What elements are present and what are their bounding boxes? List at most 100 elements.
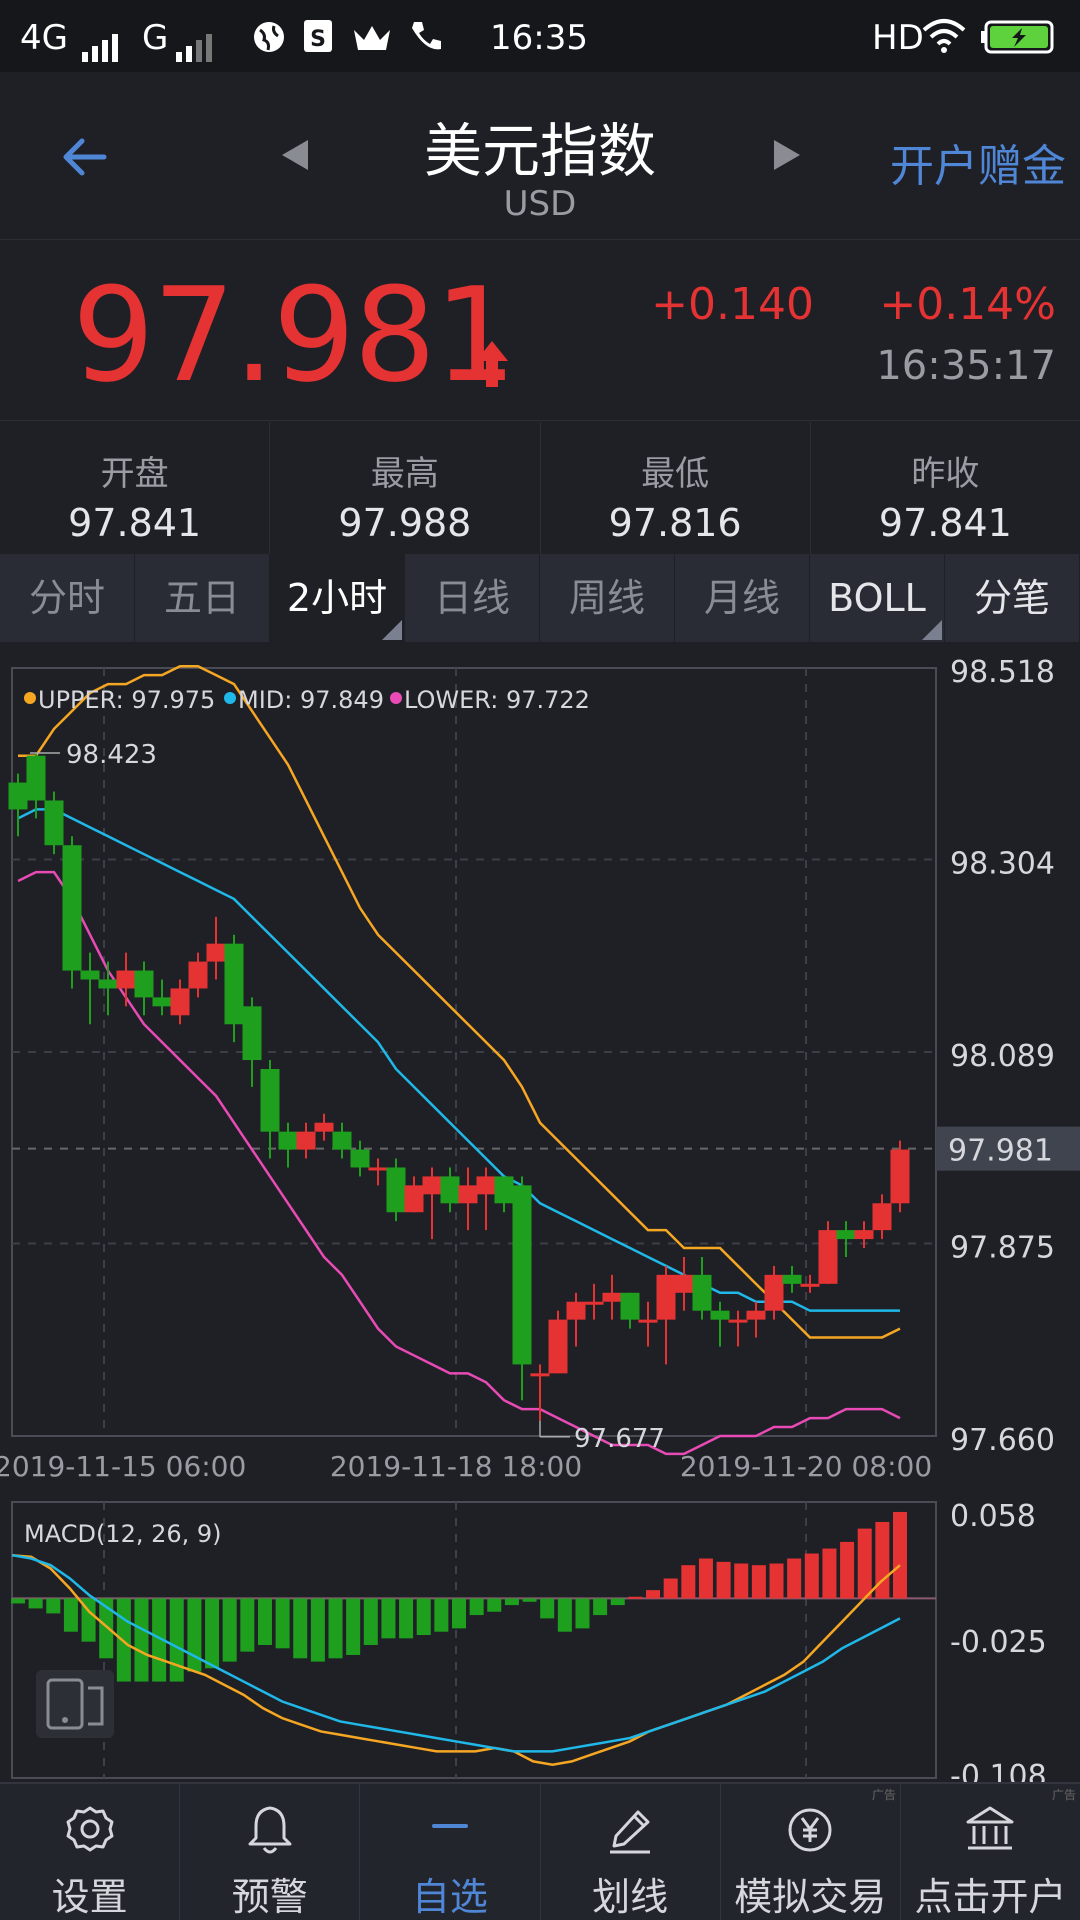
candle-body <box>710 1310 730 1320</box>
macd-bar <box>363 1598 378 1645</box>
macd-bar <box>452 1598 466 1629</box>
battery-charging-icon <box>981 20 1054 54</box>
macd-bar <box>646 1590 661 1599</box>
candle-body <box>314 1122 334 1132</box>
candle-body <box>404 1185 424 1213</box>
nav-label: 预警 <box>231 1875 308 1919</box>
nav-demo-trade[interactable]: 模拟交易 广告 <box>721 1784 901 1920</box>
stat-label: 最高 <box>370 454 439 494</box>
macd-bar <box>434 1598 449 1632</box>
macd-bar <box>169 1598 184 1682</box>
tab-weekly[interactable]: 周线 <box>540 554 675 642</box>
nav-label: 点击开户 <box>914 1875 1067 1919</box>
macd-bar <box>893 1511 907 1599</box>
bank-icon <box>966 1806 1014 1850</box>
macd-bar <box>593 1598 608 1616</box>
macd-bar <box>716 1561 731 1599</box>
macd-bar <box>328 1598 343 1659</box>
candle-body <box>728 1319 748 1323</box>
macd-bar <box>399 1598 414 1639</box>
tab-boll[interactable]: BOLL <box>810 554 945 642</box>
legend-dot <box>24 692 36 704</box>
x-tick-label: 2019-11-15 06:00 <box>0 1450 246 1483</box>
fullscreen-icon[interactable] <box>36 1670 114 1738</box>
candle-body <box>494 1176 514 1204</box>
macd-bar <box>857 1528 872 1599</box>
macd-y-tick: 0.058 <box>950 1499 1036 1534</box>
stat-label: 开盘 <box>100 454 169 494</box>
macd-bar <box>751 1565 766 1599</box>
nav-draw-line[interactable]: 划线 <box>541 1784 721 1920</box>
tab-ticks[interactable]: 分笔 <box>945 554 1080 642</box>
sim-card-icon: S <box>304 20 332 52</box>
candle-body <box>872 1203 892 1231</box>
candle-body <box>782 1274 802 1284</box>
phone-icon <box>412 22 441 50</box>
crown-icon <box>354 26 390 50</box>
macd-bar <box>46 1598 61 1614</box>
x-tick-label: 2019-11-18 18:00 <box>330 1450 582 1483</box>
candle-body <box>548 1319 568 1374</box>
candle-body <box>476 1176 496 1195</box>
candle-body <box>62 845 82 971</box>
candle-body <box>260 1069 280 1132</box>
macd-bar <box>205 1598 220 1669</box>
macd-bar <box>522 1598 537 1602</box>
candle-body <box>386 1167 406 1213</box>
nav-alerts[interactable]: 预警 <box>180 1784 361 1920</box>
macd-bar <box>469 1598 484 1616</box>
nav-watchlist[interactable]: 自选 <box>360 1784 541 1920</box>
macd-bar <box>540 1598 555 1619</box>
legend-dot <box>224 692 236 704</box>
current-price: 97.981 <box>72 259 517 411</box>
kline-chart[interactable]: 98.518 98.304 98.089 97.875 97.660 2019-11-15… <box>0 642 1080 1782</box>
tab-intraday[interactable]: 分时 <box>0 554 135 642</box>
stat-low: 最低 97.816 <box>541 422 811 554</box>
candle-body <box>746 1310 766 1320</box>
stat-label: 昨收 <box>911 454 980 494</box>
quote-time: 16:35:17 <box>876 343 1056 389</box>
tab-five-day[interactable]: 五日 <box>135 554 270 642</box>
candle-body <box>44 800 64 846</box>
tab-2-hour[interactable]: 2小时 <box>270 554 405 642</box>
macd-bar <box>293 1598 308 1659</box>
chart-area[interactable]: 98.518 98.304 98.089 97.875 97.660 2019-11-15… <box>0 642 1080 1782</box>
nav-label: 模拟交易 <box>734 1875 887 1919</box>
stat-value: 97.988 <box>338 501 472 545</box>
legend-label: MID: 97.849 <box>238 686 384 714</box>
macd-bar <box>134 1598 149 1682</box>
macd-bar <box>11 1598 25 1604</box>
tab-monthly[interactable]: 月线 <box>675 554 810 642</box>
macd-bar <box>698 1558 713 1599</box>
macd-bar <box>416 1598 431 1636</box>
macd-bar <box>487 1598 502 1612</box>
next-triangle-icon[interactable] <box>774 140 800 170</box>
signal-icon <box>82 22 122 62</box>
promo-link[interactable]: 开户赠金 <box>890 130 1066 194</box>
status-bar: 4G G S 16:35 HD <box>0 0 1080 72</box>
tab-daily[interactable]: 日线 <box>405 554 540 642</box>
candle-body <box>818 1230 838 1284</box>
macd-bar <box>222 1598 237 1662</box>
candle-body <box>458 1185 478 1204</box>
legend-dot <box>390 692 402 704</box>
candle-body <box>80 970 100 980</box>
max-price-label: 98.423 <box>66 740 157 770</box>
gear-icon <box>66 1806 114 1852</box>
candle-body <box>656 1274 676 1320</box>
candle-body <box>242 1006 262 1061</box>
status-time: 16:35 <box>490 18 588 58</box>
nav-open-account[interactable]: 点击开户 广告 <box>901 1784 1080 1920</box>
macd-bar <box>787 1558 802 1599</box>
nav-settings[interactable]: 设置 <box>0 1784 181 1920</box>
macd-bar <box>610 1598 625 1606</box>
candle-body <box>368 1167 388 1171</box>
macd-bar <box>681 1565 696 1599</box>
macd-bar <box>187 1598 202 1672</box>
stat-open: 开盘 97.841 <box>0 422 271 554</box>
nav-label: 划线 <box>592 1875 669 1919</box>
candle-body <box>26 755 46 801</box>
macd-bar <box>804 1553 819 1599</box>
stat-value: 97.816 <box>608 501 742 545</box>
stat-value: 97.841 <box>878 501 1012 545</box>
